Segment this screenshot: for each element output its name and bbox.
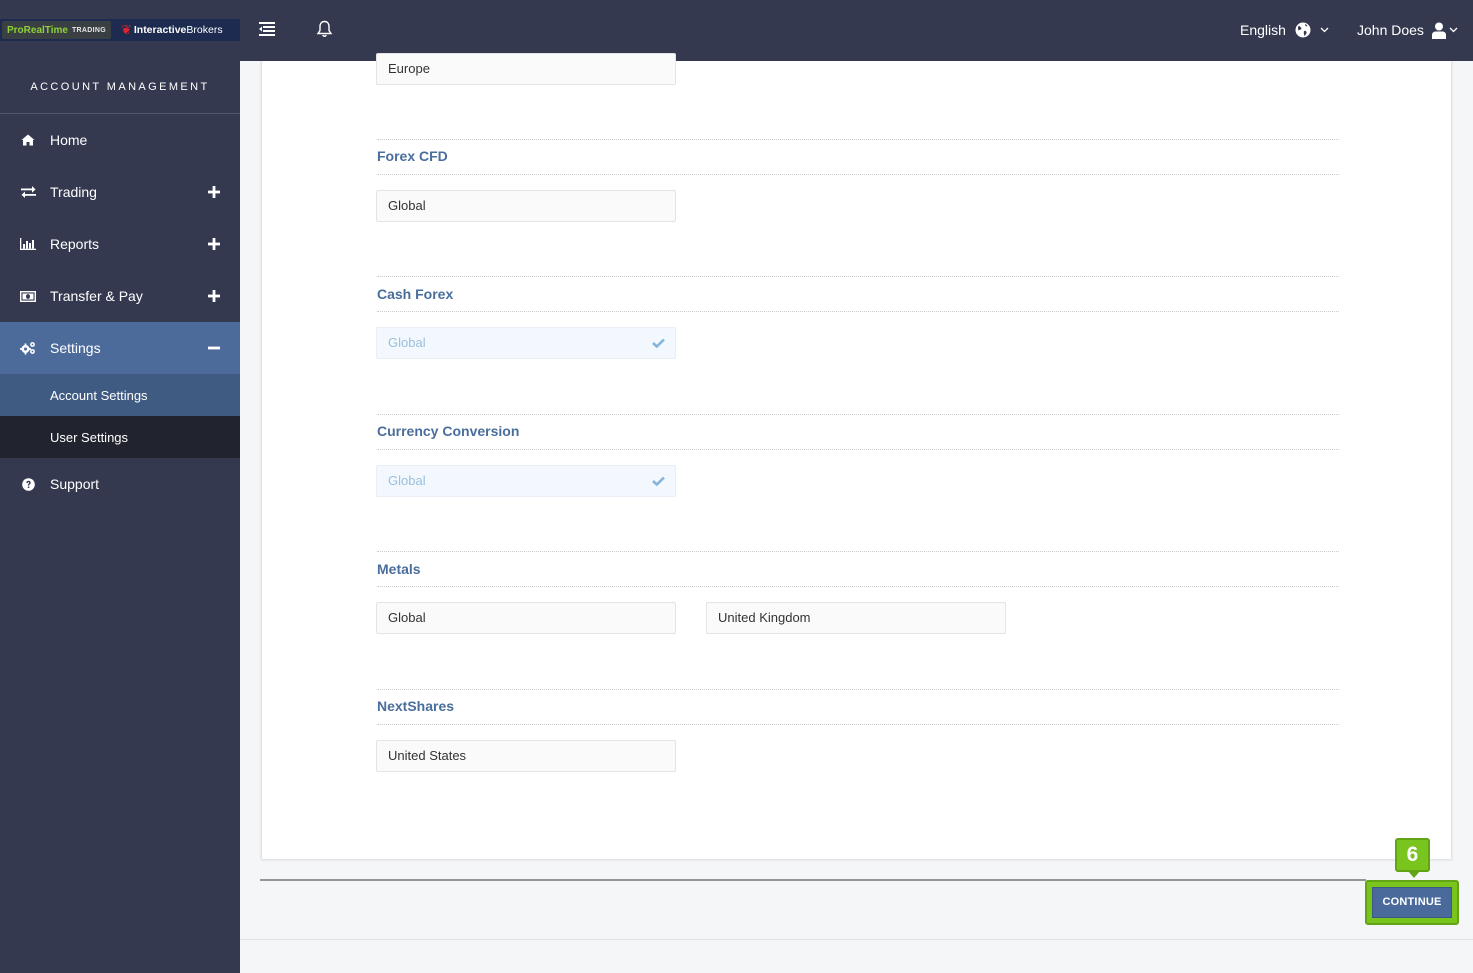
section-divider: [377, 174, 1339, 175]
sidebar-item-home[interactable]: Home: [0, 114, 240, 166]
cash-forex-field: Global: [376, 327, 676, 359]
section-divider: [377, 414, 1339, 415]
sidebar-item-label: Home: [50, 132, 88, 148]
bar-chart-icon: [20, 237, 36, 251]
section-title-cash-forex: Cash Forex: [377, 286, 454, 302]
section-title-currency-conversion: Currency Conversion: [377, 423, 520, 439]
continue-highlight: CONTINUE: [1365, 880, 1459, 925]
brand-logo[interactable]: ProRealTime TRADING ❦ Interactive Brokers: [0, 19, 240, 41]
sidebar-item-reports[interactable]: Reports: [0, 218, 240, 270]
cash-forex-value: Global: [388, 335, 426, 350]
section-divider: [377, 551, 1339, 552]
sidebar-item-support[interactable]: Support: [0, 458, 240, 510]
notifications-bell-icon[interactable]: [316, 20, 333, 38]
plus-icon[interactable]: [208, 290, 220, 302]
section-title-forex-cfd: Forex CFD: [377, 148, 448, 164]
top-bar: ProRealTime TRADING ❦ Interactive Brokers…: [0, 0, 1473, 61]
user-icon: [1431, 22, 1446, 39]
interactive-brokers-logo: ❦ Interactive Brokers: [121, 22, 223, 38]
menu-toggle-icon[interactable]: [259, 21, 276, 36]
prorealtime-logo-subtext: TRADING: [71, 26, 106, 34]
nextshares-field[interactable]: United States: [376, 740, 676, 772]
metals-field-united-kingdom[interactable]: United Kingdom: [706, 602, 1006, 634]
prorealtime-logo: ProRealTime TRADING: [2, 21, 111, 39]
sidebar-title: ACCOUNT MANAGEMENT: [0, 61, 240, 114]
gears-icon: [20, 341, 36, 355]
sidebar-item-label: Settings: [50, 340, 101, 356]
exchange-icon: [20, 185, 36, 199]
section-divider: [377, 311, 1339, 312]
continue-button[interactable]: CONTINUE: [1372, 887, 1452, 918]
section-divider: [377, 449, 1339, 450]
section-title-metals: Metals: [377, 561, 421, 577]
money-icon: [20, 289, 36, 303]
sidebar-item-label: Reports: [50, 236, 100, 252]
sidebar-subitem-user-settings[interactable]: User Settings: [0, 416, 240, 458]
checkmark-icon: [652, 476, 665, 486]
ib-logo-bold: Interactive: [133, 24, 187, 36]
sidebar-item-label: Trading: [50, 184, 97, 200]
user-menu[interactable]: John Does: [1357, 18, 1458, 42]
chevron-down-icon: [1320, 27, 1329, 33]
user-name: John Does: [1357, 22, 1424, 38]
section-divider: [377, 586, 1339, 587]
plus-icon[interactable]: [208, 238, 220, 250]
language-label: English: [1240, 22, 1286, 38]
prorealtime-logo-text: ProRealTime: [7, 24, 68, 36]
sidebar-item-settings[interactable]: Settings: [0, 322, 240, 374]
checkmark-icon: [652, 338, 665, 348]
section-title-nextshares: NextShares: [377, 698, 455, 714]
home-icon: [20, 133, 36, 147]
forex-cfd-field[interactable]: Global: [376, 190, 676, 222]
currency-conversion-value: Global: [388, 473, 426, 488]
sidebar-item-label: Support: [50, 476, 100, 492]
globe-icon: [1295, 22, 1311, 38]
footer-divider: [260, 879, 1366, 881]
trading-permissions-card: Europe Forex CFD Global Cash Forex Globa…: [261, 53, 1452, 859]
section-divider: [377, 724, 1339, 725]
region-field[interactable]: Europe: [376, 53, 676, 85]
sidebar-item-label: Transfer & Pay: [50, 288, 143, 304]
section-divider: [377, 139, 1339, 140]
plus-icon[interactable]: [208, 186, 220, 198]
metals-field-global[interactable]: Global: [376, 602, 676, 634]
section-divider: [377, 276, 1339, 277]
language-selector[interactable]: English: [1240, 18, 1329, 42]
ib-flame-icon: ❦: [120, 22, 132, 37]
question-icon: [20, 477, 36, 491]
sidebar: ACCOUNT MANAGEMENT Home Trading Reports: [0, 61, 240, 973]
chevron-down-icon: [1449, 27, 1458, 33]
sidebar-subitem-account-settings[interactable]: Account Settings: [0, 374, 240, 416]
sidebar-item-trading[interactable]: Trading: [0, 166, 240, 218]
ib-logo-rest: Brokers: [186, 24, 223, 36]
section-divider: [377, 689, 1339, 690]
minus-icon[interactable]: [208, 342, 220, 354]
step-badge: 6: [1395, 838, 1430, 878]
sidebar-item-transfer-pay[interactable]: Transfer & Pay: [0, 270, 240, 322]
currency-conversion-field: Global: [376, 465, 676, 497]
page-footer-border: [240, 939, 1473, 940]
